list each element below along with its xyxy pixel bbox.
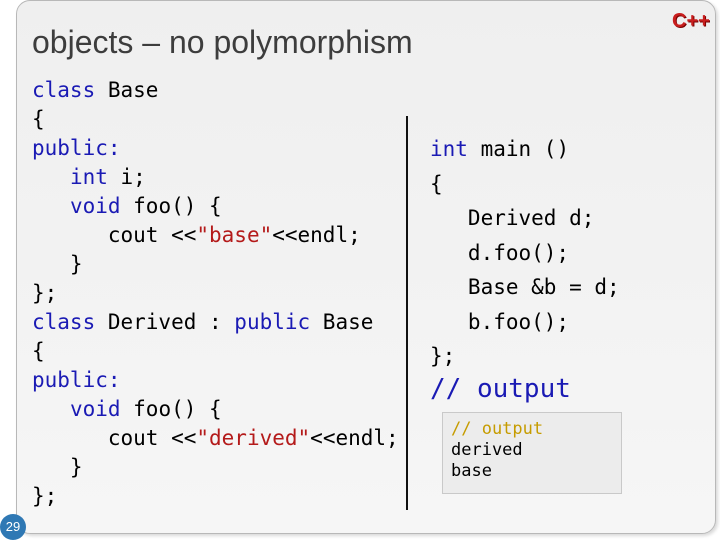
code-line: Derived d; <box>430 206 595 230</box>
output-box-comment: // output <box>451 419 544 439</box>
code-line: cout <<"base"<<endl; <box>32 223 361 247</box>
code-line: { <box>32 339 45 363</box>
column-divider <box>406 116 408 510</box>
output-line: derived <box>451 440 523 460</box>
code-line: int i; <box>69 165 146 189</box>
base-derived-class-code: class Base { public: int i; void foo() {… <box>32 76 399 511</box>
code-line: class Derived : public Base <box>32 310 374 334</box>
output-comment: // output <box>430 374 571 404</box>
code-line: cout <<"derived"<<endl; <box>32 426 399 450</box>
code-line-0: class <box>32 78 96 102</box>
code-line: class Base <box>32 78 159 102</box>
slide: objects – no polymorphism C++ class Base… <box>0 0 720 540</box>
output-box: // output derived base <box>442 412 622 494</box>
code-line: public: <box>32 368 121 392</box>
code-line: Base &b = d; <box>430 275 620 299</box>
code-line: void foo() { <box>69 397 222 421</box>
output-line: base <box>451 461 492 481</box>
cpp-logo: C++ <box>672 10 710 32</box>
code-line: } <box>32 252 83 276</box>
output-text: // output derived base <box>443 413 621 482</box>
code-line: } <box>32 455 83 479</box>
code-line: }; <box>430 344 456 368</box>
code-line: int main () <box>430 137 570 161</box>
code-line: { <box>32 107 45 131</box>
code-line: void foo() { <box>69 194 222 218</box>
code-line: }; <box>32 484 58 508</box>
code-line: b.foo(); <box>430 309 570 334</box>
page-number-badge: 29 <box>0 514 26 540</box>
code-line: d.foo(); <box>430 240 570 265</box>
code-line: public: <box>32 136 121 160</box>
code-line: }; <box>32 281 58 305</box>
code-line: { <box>430 171 443 196</box>
slide-title: objects – no polymorphism <box>32 24 413 60</box>
main-function-code: int main () { Derived d; d.foo(); Base &… <box>430 132 620 374</box>
